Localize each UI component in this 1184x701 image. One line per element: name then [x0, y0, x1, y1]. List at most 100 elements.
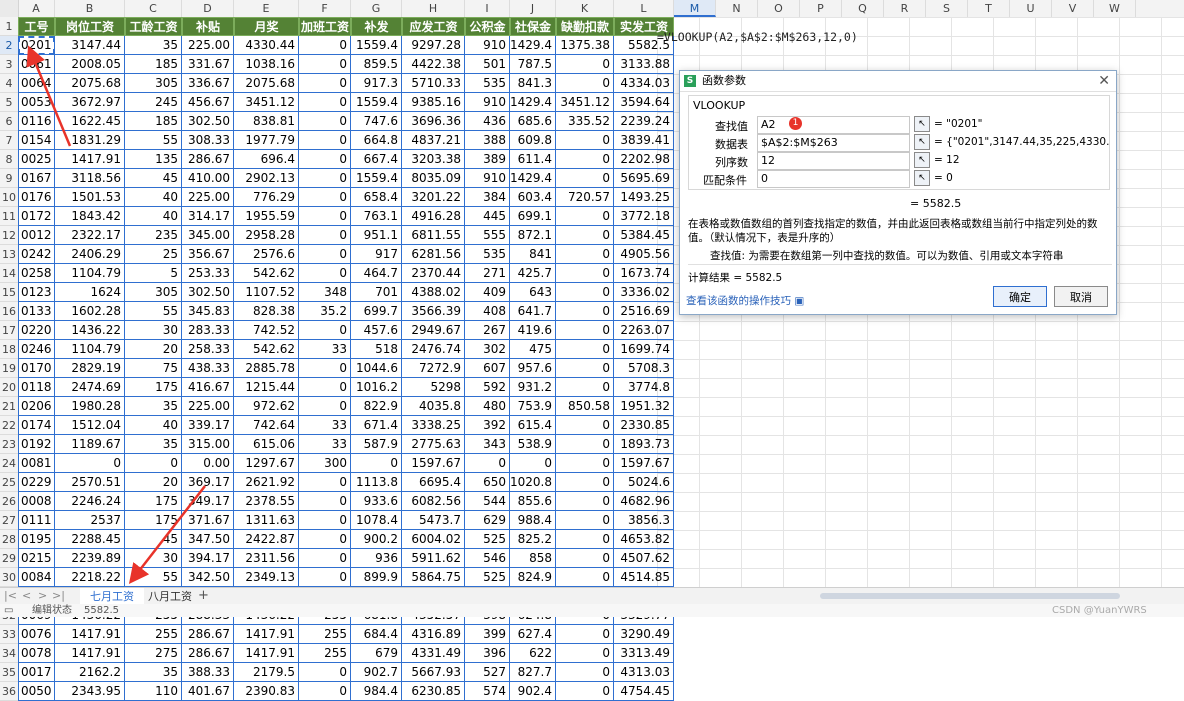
table-cell[interactable]: 0 [556, 663, 614, 682]
table-cell[interactable]: 300 [299, 454, 351, 473]
row-header-10[interactable]: 10 [0, 188, 18, 207]
table-cell[interactable]: 394.17 [182, 549, 234, 568]
table-cell[interactable]: 1429.4 [510, 93, 556, 112]
table-cell[interactable]: 4334.03 [614, 74, 674, 93]
table-cell[interactable]: 35 [125, 435, 182, 454]
table-cell[interactable]: 2885.78 [234, 359, 299, 378]
table-cell[interactable]: 2263.07 [614, 321, 674, 340]
table-cell[interactable]: 699.1 [510, 207, 556, 226]
table-cell[interactable]: 3451.12 [556, 93, 614, 112]
column-header-c[interactable]: C [125, 0, 182, 17]
table-cell[interactable]: 1429.4 [510, 169, 556, 188]
row-header-29[interactable]: 29 [0, 549, 18, 568]
table-cell[interactable]: 538.9 [510, 435, 556, 454]
table-cell[interactable]: 0 [299, 682, 351, 701]
dialog-titlebar[interactable]: S 函数参数 ✕ [680, 71, 1116, 92]
table-cell[interactable]: 55 [125, 131, 182, 150]
table-cell[interactable]: 1501.53 [55, 188, 125, 207]
table-cell[interactable]: 0078 [18, 644, 55, 663]
row-header-13[interactable]: 13 [0, 245, 18, 264]
table-header-cell[interactable]: 工号 [18, 17, 55, 36]
table-cell[interactable]: 3566.39 [402, 302, 465, 321]
table-cell[interactable]: 419.6 [510, 321, 556, 340]
table-cell[interactable]: 902.7 [351, 663, 402, 682]
table-cell[interactable]: 1980.28 [55, 397, 125, 416]
table-cell[interactable]: 135 [125, 150, 182, 169]
lookup-value-input[interactable]: A2 [757, 116, 910, 134]
table-cell[interactable]: 225.00 [182, 36, 234, 55]
table-cell[interactable]: 2202.98 [614, 150, 674, 169]
range-picker-icon[interactable]: ↖ [914, 152, 930, 168]
table-cell[interactable]: 371.67 [182, 511, 234, 530]
table-cell[interactable]: 0081 [18, 454, 55, 473]
table-cell[interactable]: 0215 [18, 549, 55, 568]
table-cell[interactable]: 1417.91 [55, 150, 125, 169]
table-cell[interactable]: 0 [556, 283, 614, 302]
table-cell[interactable]: 35.2 [299, 302, 351, 321]
table-cell[interactable]: 0025 [18, 150, 55, 169]
table-cell[interactable]: 3201.22 [402, 188, 465, 207]
table-cell[interactable]: 348 [299, 283, 351, 302]
row-header-16[interactable]: 16 [0, 302, 18, 321]
table-cell[interactable]: 4388.02 [402, 283, 465, 302]
row-header-9[interactable]: 9 [0, 169, 18, 188]
table-cell[interactable]: 5911.62 [402, 549, 465, 568]
first-sheet-icon[interactable]: |< [4, 589, 17, 602]
table-cell[interactable]: 2349.13 [234, 568, 299, 587]
table-cell[interactable]: 2621.92 [234, 473, 299, 492]
row-header-3[interactable]: 3 [0, 55, 18, 74]
table-cell[interactable]: 0172 [18, 207, 55, 226]
table-cell[interactable]: 0 [299, 93, 351, 112]
row-header-23[interactable]: 23 [0, 435, 18, 454]
table-cell[interactable]: 267 [465, 321, 510, 340]
table-cell[interactable]: 1107.52 [234, 283, 299, 302]
table-cell[interactable]: 3133.88 [614, 55, 674, 74]
table-cell[interactable]: 555 [465, 226, 510, 245]
table-cell[interactable]: 0 [299, 511, 351, 530]
table-header-cell[interactable]: 补贴 [182, 17, 234, 36]
table-cell[interactable]: 615.06 [234, 435, 299, 454]
column-header-b[interactable]: B [55, 0, 125, 17]
table-cell[interactable]: 2516.69 [614, 302, 674, 321]
table-cell[interactable]: 0 [299, 492, 351, 511]
table-cell[interactable]: 527 [465, 663, 510, 682]
range-picker-icon[interactable]: ↖ [914, 134, 930, 150]
table-cell[interactable]: 611.4 [510, 150, 556, 169]
table-cell[interactable]: 4754.45 [614, 682, 674, 701]
table-cell[interactable]: 5710.33 [402, 74, 465, 93]
table-cell[interactable]: 763.1 [351, 207, 402, 226]
table-cell[interactable]: 302 [465, 340, 510, 359]
table-cell[interactable]: 0 [299, 473, 351, 492]
table-cell[interactable]: 917.3 [351, 74, 402, 93]
table-cell[interactable]: 343 [465, 435, 510, 454]
table-cell[interactable]: 369.17 [182, 473, 234, 492]
row-header-8[interactable]: 8 [0, 150, 18, 169]
table-cell[interactable]: 305 [125, 283, 182, 302]
table-cell[interactable]: 2390.83 [234, 682, 299, 701]
table-cell[interactable]: 535 [465, 74, 510, 93]
row-header-28[interactable]: 28 [0, 530, 18, 549]
table-cell[interactable]: 822.9 [351, 397, 402, 416]
table-cell[interactable]: 525 [465, 530, 510, 549]
table-cell[interactable]: 302.50 [182, 112, 234, 131]
table-cell[interactable]: 3451.12 [234, 93, 299, 112]
row-header-20[interactable]: 20 [0, 378, 18, 397]
table-cell[interactable]: 4330.44 [234, 36, 299, 55]
table-cell[interactable]: 0 [556, 473, 614, 492]
table-cell[interactable]: 5667.93 [402, 663, 465, 682]
table-cell[interactable]: 0 [556, 625, 614, 644]
table-cell[interactable]: 742.52 [234, 321, 299, 340]
table-cell[interactable]: 2288.45 [55, 530, 125, 549]
table-cell[interactable]: 5 [125, 264, 182, 283]
table-cell[interactable]: 0 [556, 226, 614, 245]
table-cell[interactable]: 2570.51 [55, 473, 125, 492]
table-cell[interactable]: 900.2 [351, 530, 402, 549]
table-cell[interactable]: 1699.74 [614, 340, 674, 359]
column-header-l[interactable]: L [614, 0, 674, 17]
table-cell[interactable]: 4316.89 [402, 625, 465, 644]
table-cell[interactable]: 356.67 [182, 245, 234, 264]
table-cell[interactable]: 40 [125, 416, 182, 435]
table-cell[interactable]: 684.4 [351, 625, 402, 644]
table-cell[interactable]: 0 [299, 530, 351, 549]
table-cell[interactable]: 0229 [18, 473, 55, 492]
